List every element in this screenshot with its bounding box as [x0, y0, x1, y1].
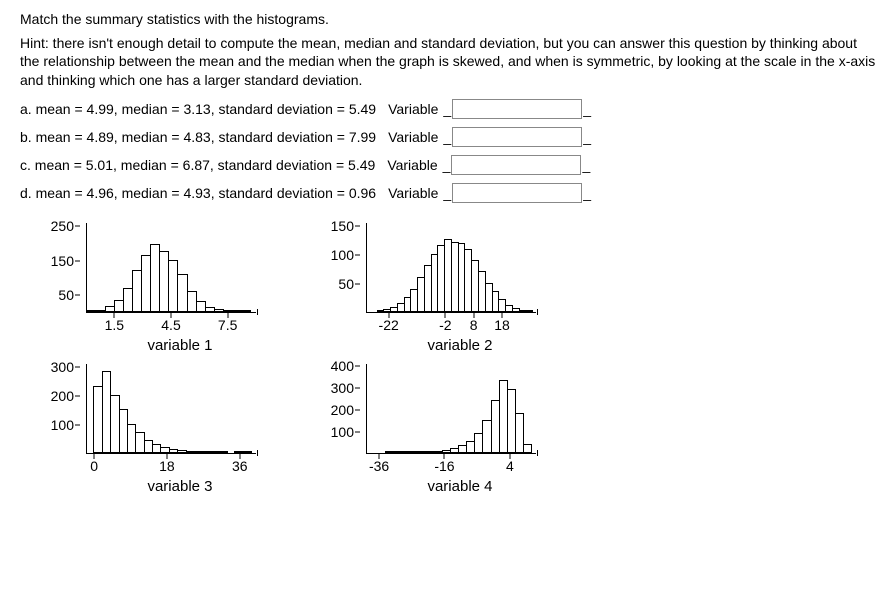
histogram-1: 501502501.54.57.5variable 1 [40, 223, 290, 354]
variable-label: Variable [387, 157, 437, 173]
stat-a-text: a. mean = 4.99, median = 3.13, standard … [20, 101, 376, 117]
y-tick-label: 50 [34, 287, 74, 303]
stat-row-d: d. mean = 4.96, median = 4.93, standard … [20, 183, 876, 203]
y-tick-label: 100 [314, 247, 354, 263]
histogram-bar [242, 451, 251, 453]
stat-d-text: d. mean = 4.96, median = 4.93, standard … [20, 185, 376, 201]
x-tick-label: 4 [506, 458, 514, 474]
hint-text: Hint: there isn't enough detail to compu… [20, 34, 876, 89]
x-tick-label: 18 [494, 317, 510, 333]
charts-grid: 501502501.54.57.5variable 150100150-22-2… [40, 223, 876, 495]
underscore: _ [583, 101, 591, 117]
y-tick-label: 300 [34, 359, 74, 375]
chart-axis-label: variable 2 [350, 337, 570, 354]
underscore: _ [443, 185, 451, 201]
variable-label: Variable [388, 129, 438, 145]
chart-axis-label: variable 4 [350, 478, 570, 495]
histogram-3: 10020030001836variable 3 [40, 364, 290, 495]
x-tick-label: 0 [90, 458, 98, 474]
x-tick-label: 18 [159, 458, 175, 474]
answer-input-b[interactable] [452, 127, 582, 147]
y-tick-label: 300 [314, 380, 354, 396]
x-tick-label: -22 [379, 317, 399, 333]
stat-row-c: c. mean = 5.01, median = 6.87, standard … [20, 155, 876, 175]
answer-input-a[interactable] [452, 99, 582, 119]
underscore: _ [583, 185, 591, 201]
chart-axis-label: variable 1 [70, 337, 290, 354]
stat-row-b: b. mean = 4.89, median = 4.83, standard … [20, 127, 876, 147]
histogram-2: 50100150-22-2818variable 2 [320, 223, 570, 354]
y-tick-label: 100 [314, 424, 354, 440]
question-title: Match the summary statistics with the hi… [20, 10, 876, 28]
x-tick-label: -2 [439, 317, 451, 333]
x-tick-label: 8 [470, 317, 478, 333]
underscore: _ [443, 157, 451, 173]
underscore: _ [582, 157, 590, 173]
histogram-bar [525, 310, 533, 312]
x-tick-label: -36 [369, 458, 389, 474]
y-tick-label: 150 [314, 218, 354, 234]
histogram-4: 100200300400-36-164variable 4 [320, 364, 570, 495]
answer-input-c[interactable] [451, 155, 581, 175]
underscore: _ [443, 129, 451, 145]
stat-c-text: c. mean = 5.01, median = 6.87, standard … [20, 157, 375, 173]
x-tick-label: 4.5 [161, 317, 180, 333]
underscore: _ [443, 101, 451, 117]
histogram-bar [523, 444, 532, 453]
variable-label: Variable [388, 185, 438, 201]
x-tick-label: 1.5 [105, 317, 124, 333]
y-tick-label: 200 [34, 388, 74, 404]
y-tick-label: 150 [34, 253, 74, 269]
stat-b-text: b. mean = 4.89, median = 4.83, standard … [20, 129, 376, 145]
x-tick-label: 36 [232, 458, 248, 474]
stat-row-a: a. mean = 4.99, median = 3.13, standard … [20, 99, 876, 119]
x-tick-label: -16 [434, 458, 454, 474]
y-tick-label: 100 [34, 417, 74, 433]
y-tick-label: 200 [314, 402, 354, 418]
histogram-bar [241, 310, 251, 312]
underscore: _ [583, 129, 591, 145]
y-tick-label: 400 [314, 358, 354, 374]
histogram-bar [219, 451, 228, 453]
answer-input-d[interactable] [452, 183, 582, 203]
y-tick-label: 250 [34, 218, 74, 234]
y-tick-label: 50 [314, 276, 354, 292]
x-tick-label: 7.5 [218, 317, 237, 333]
variable-label: Variable [388, 101, 438, 117]
chart-axis-label: variable 3 [70, 478, 290, 495]
